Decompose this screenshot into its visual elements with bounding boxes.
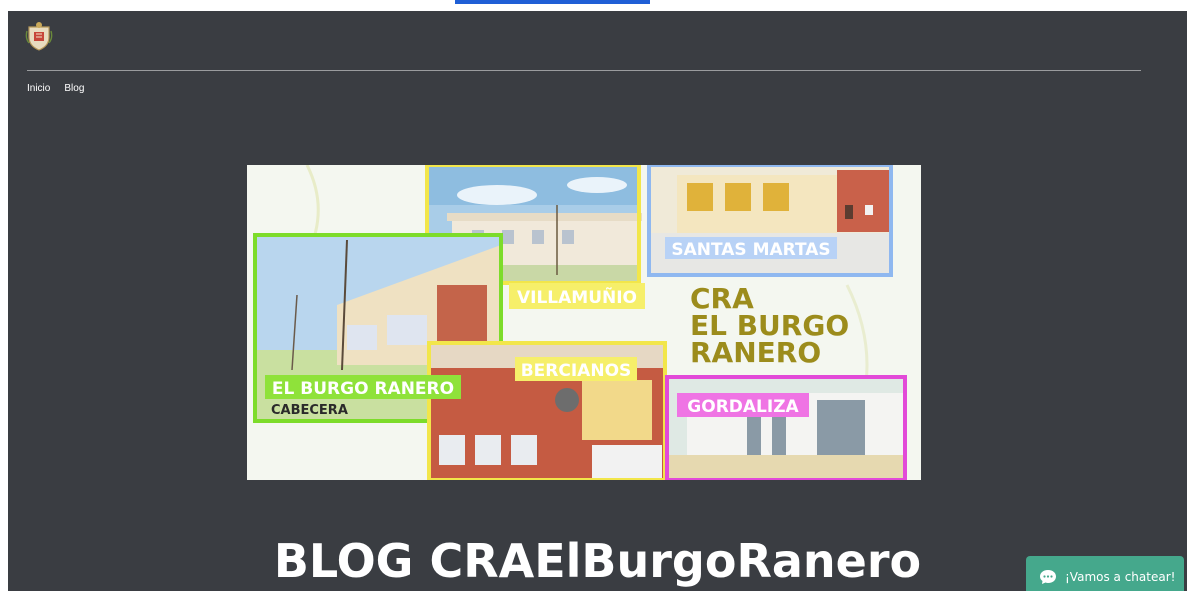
header-divider (27, 70, 1141, 71)
label-bercianos: BERCIANOS (515, 357, 637, 381)
label-cabecera: CABECERA (271, 403, 348, 418)
svg-text:VILLAMUÑIO: VILLAMUÑIO (517, 285, 637, 308)
nav-item-inicio[interactable]: Inicio (27, 83, 50, 94)
svg-text:BERCIANOS: BERCIANOS (521, 361, 632, 381)
top-link-underline[interactable] (455, 0, 650, 4)
crest-icon (25, 22, 53, 51)
label-gordaliza: GORDALIZA (677, 393, 809, 417)
svg-text:GORDALIZA: GORDALIZA (687, 397, 799, 417)
svg-text:SANTAS MARTAS: SANTAS MARTAS (671, 240, 830, 260)
label-el-burgo-ranero: EL BURGO RANERO (265, 375, 461, 399)
nav-item-blog[interactable]: Blog (64, 83, 84, 94)
chat-bubble-icon (1040, 570, 1056, 584)
main-nav: Inicio Blog (27, 83, 84, 94)
chat-button-label: ¡Vamos a chatear! (1065, 570, 1176, 584)
hero-banner-image: SANTAS MARTAS VILLAMUÑIO EL BURGO RANERO… (247, 165, 921, 480)
svg-text:RANERO: RANERO (690, 336, 821, 369)
site-page: Inicio Blog SANTAS MARTAS VILLAMUÑIO EL … (8, 11, 1187, 591)
chat-button[interactable]: ¡Vamos a chatear! (1026, 556, 1184, 591)
photo-gordaliza (665, 375, 907, 480)
page-title: BLOG CRAElBurgoRanero (273, 534, 922, 588)
site-logo[interactable] (25, 21, 53, 51)
svg-text:EL BURGO RANERO: EL BURGO RANERO (272, 379, 454, 399)
label-villamunio: VILLAMUÑIO (509, 283, 645, 309)
label-santas-martas: SANTAS MARTAS (665, 237, 837, 260)
